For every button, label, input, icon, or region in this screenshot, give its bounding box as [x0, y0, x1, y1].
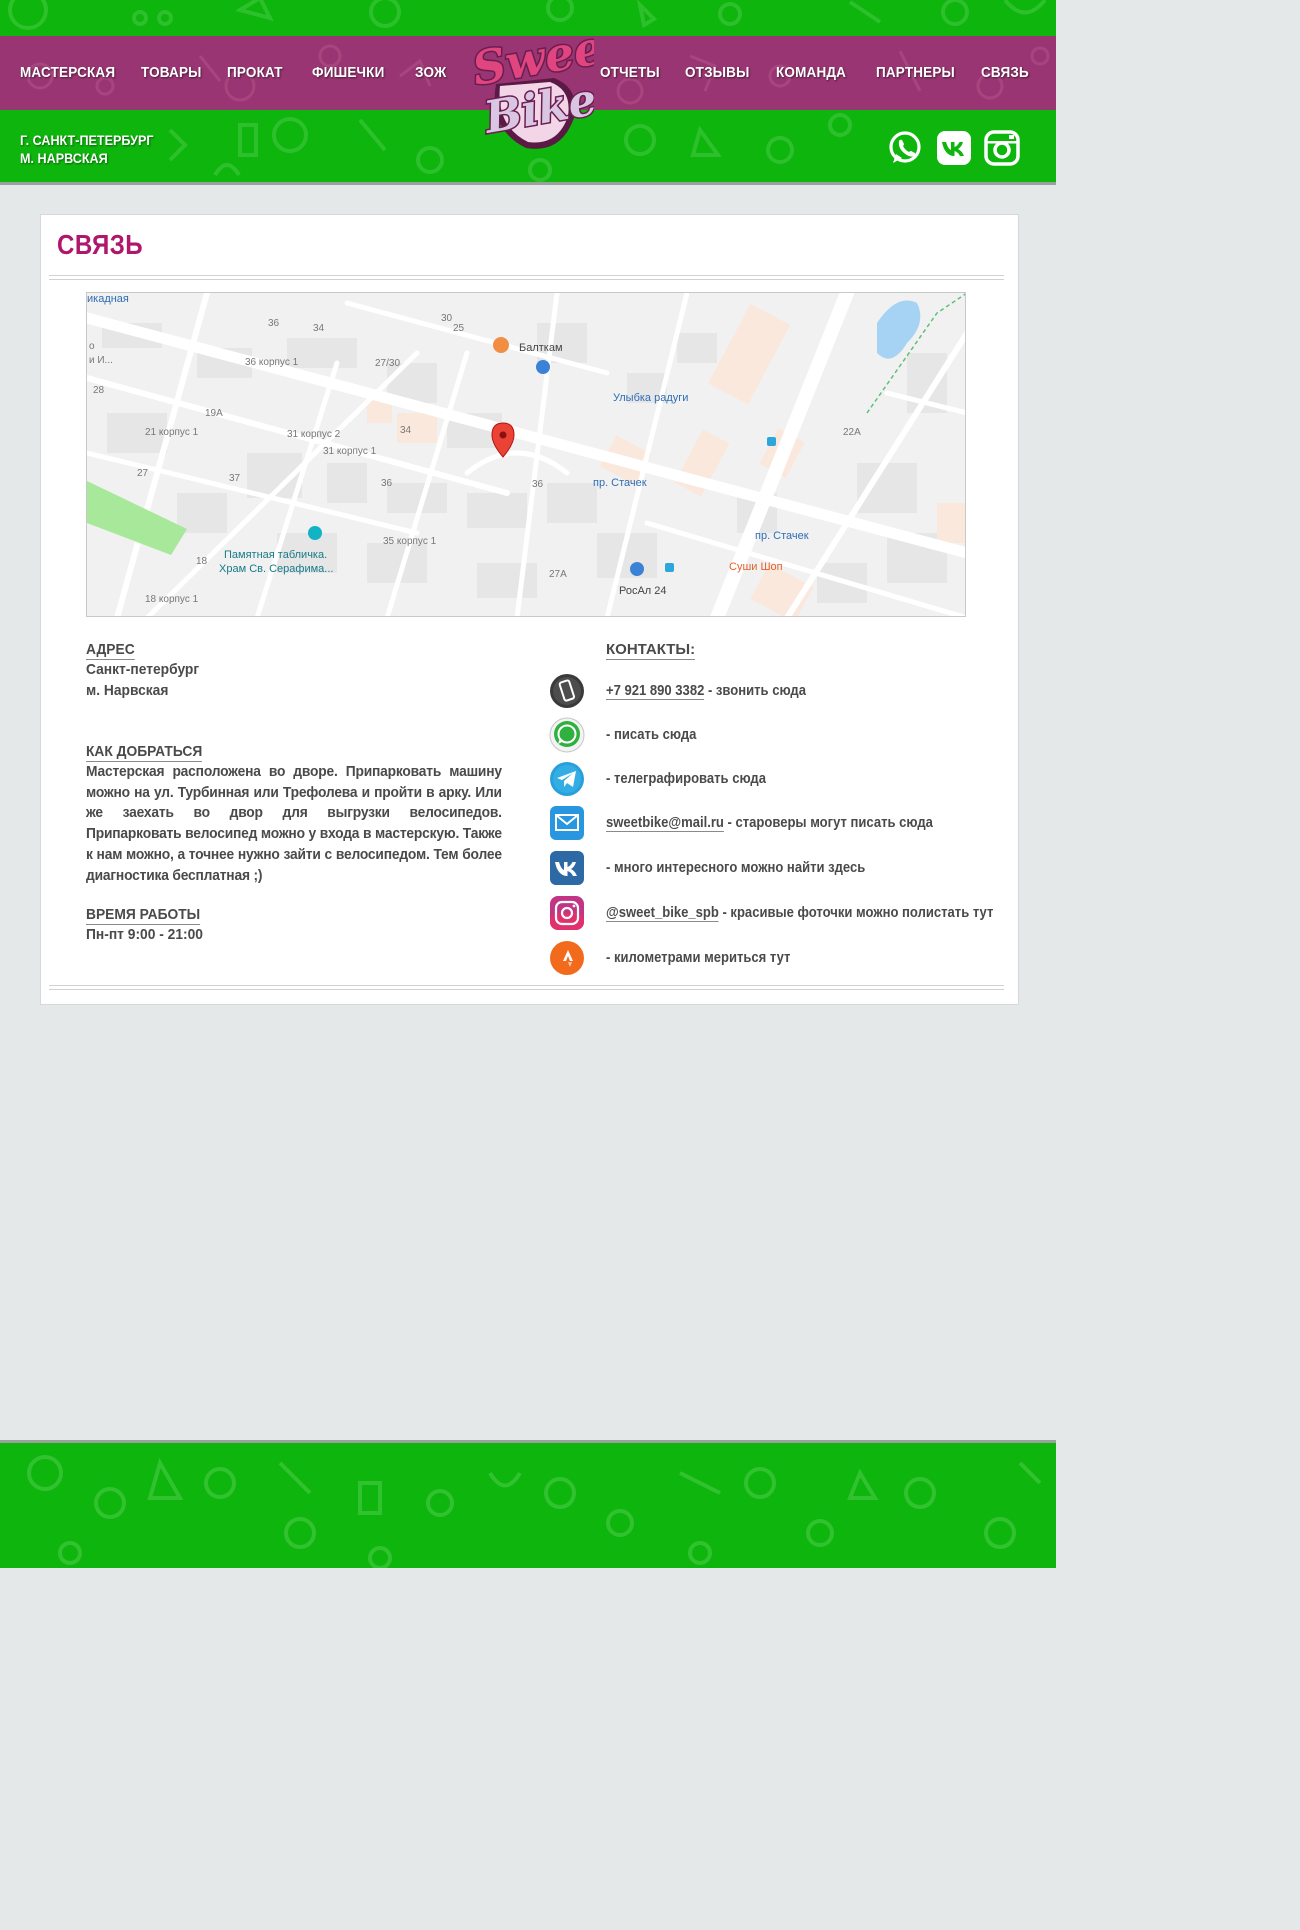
contact-phone-row: +7 921 890 3382 - звонить сюда — [549, 673, 1009, 713]
info-column: АДРЕС Санкт-петербург м. Нарвская КАК ДО… — [86, 641, 502, 946]
map-label-2730: 27/30 — [375, 358, 401, 369]
map-label-19a: 19А — [205, 408, 223, 419]
map-label-edge2: и И... — [89, 355, 113, 366]
nav-item-otchety[interactable]: ОТЧЕТЫ — [600, 36, 660, 110]
contact-telegram-text: - телеграфировать сюда — [606, 771, 766, 787]
directions-text: Мастерская расположена во дворе. Припарк… — [86, 763, 502, 884]
nav-item-tovary[interactable]: ТОВАРЫ — [141, 36, 202, 110]
instagram-link[interactable]: @sweet_bike_spb — [606, 905, 719, 922]
phone-icon[interactable] — [549, 673, 585, 709]
divider-top — [49, 275, 1004, 280]
contact-whatsapp-row: - писать сюда — [549, 717, 1009, 757]
contact-instagram-text: @sweet_bike_spb - красивые фоточки можно… — [606, 905, 994, 922]
map-label-25: 25 — [453, 323, 465, 334]
map-label-21k1: 21 корпус 1 — [145, 427, 199, 438]
nav-item-fishechki[interactable]: ФИШЕЧКИ — [312, 36, 384, 110]
map-label-36a: 36 — [268, 318, 280, 329]
map-label-ulybka: Улыбка радуги — [613, 392, 689, 404]
map-label-36c: 36 — [532, 479, 544, 490]
location-text: Г. САНКТ-ПЕТЕРБУРГ М. НАРВСКАЯ — [20, 131, 154, 167]
map-label-36b: 36 — [381, 478, 393, 489]
map-label-station: икадная — [87, 293, 129, 305]
footer-pattern — [27, 1455, 1042, 1568]
map-label-rosal: РосАл 24 — [619, 585, 667, 597]
vk-icon[interactable] — [936, 130, 972, 166]
map-label-pamyatnaya: Памятная табличка. — [224, 549, 328, 561]
strava-icon[interactable] — [549, 940, 585, 976]
contact-whatsapp-text: - писать сюда — [606, 727, 697, 743]
contact-instagram-row: @sweet_bike_spb - красивые фоточки можно… — [549, 895, 1009, 935]
map-label-34a: 34 — [313, 323, 325, 334]
contact-vk-row: - много интересного можно найти здесь — [549, 850, 1009, 890]
map-label-stachek1: пр. Стачек — [593, 477, 647, 489]
nav-item-partnery[interactable]: ПАРТНЕРЫ — [876, 36, 955, 110]
instagram-icon[interactable] — [984, 130, 1020, 166]
whatsapp-icon[interactable] — [549, 717, 585, 753]
contacts-heading: КОНТАКТЫ: — [606, 641, 696, 660]
location-map[interactable]: икадная о и И... 28 36 34 30 25 Балткам … — [86, 292, 966, 617]
map-label-baltkam: Балткам — [519, 342, 563, 354]
map-label-sushi: Суши Шоп — [729, 561, 783, 573]
divider-bottom — [49, 985, 1004, 990]
email-link[interactable]: sweetbike@mail.ru — [606, 815, 724, 832]
site-footer — [0, 1440, 1056, 1568]
map-label-stachek2: пр. Стачек — [755, 530, 809, 542]
phone-link[interactable]: +7 921 890 3382 — [606, 683, 705, 700]
telegram-icon[interactable] — [549, 761, 585, 797]
site-header: МАСТЕРСКАЯ ТОВАРЫ ПРОКАТ ФИШЕЧКИ ЗОЖ ОТЧ… — [0, 0, 1056, 185]
map-label-31k1: 31 корпус 1 — [323, 446, 377, 457]
nav-item-otzyvy[interactable]: ОТЗЫВЫ — [685, 36, 749, 110]
contact-strava-row: - километрами мериться тут — [549, 940, 1009, 980]
map-label-28: 28 — [93, 385, 105, 396]
map-label-27a: 27А — [549, 569, 567, 580]
page-title: СВЯЗЬ — [57, 229, 144, 260]
nav-item-svyaz[interactable]: СВЯЗЬ — [981, 36, 1029, 110]
hours-text: Пн-пт 9:00 - 21:00 — [86, 926, 203, 944]
contact-telegram-row: - телеграфировать сюда — [549, 761, 1009, 801]
nav-item-zozh[interactable]: ЗОЖ — [415, 36, 446, 110]
contact-mail-row: sweetbike@mail.ru - староверы могут писа… — [549, 805, 1009, 845]
vk-icon[interactable] — [549, 850, 585, 886]
map-label-31k2: 31 корпус 2 — [287, 429, 341, 440]
address-block: АДРЕС Санкт-петербург м. Нарвская КАК ДО… — [86, 641, 502, 946]
map-label-18k1: 18 корпус 1 — [145, 594, 199, 605]
address-city: Санкт-петербург — [86, 661, 200, 678]
nav-item-masterskaya[interactable]: МАСТЕРСКАЯ — [20, 36, 115, 110]
sweet-bike-logo[interactable]: Sweet Bike — [458, 14, 594, 154]
contact-strava-text: - километрами мериться тут — [606, 950, 791, 966]
city-name: Г. САНКТ-ПЕТЕРБУРГ — [20, 132, 154, 148]
hours-heading: ВРЕМЯ РАБОТЫ — [86, 906, 201, 926]
map-label-18: 18 — [196, 556, 208, 567]
contact-phone-text: +7 921 890 3382 - звонить сюда — [606, 683, 806, 700]
address-metro: м. Нарвская — [86, 681, 169, 699]
metro-station: М. НАРВСКАЯ — [20, 150, 108, 166]
map-label-hram: Храм Св. Серафима... — [219, 563, 334, 575]
nav-item-komanda[interactable]: КОМАНДА — [776, 36, 846, 110]
map-label-34b: 34 — [400, 425, 412, 436]
contacts-card: СВЯЗЬ икадная о и И... 28 36 34 30 25 Ба… — [40, 214, 1019, 1005]
contact-vk-text: - много интересного можно найти здесь — [606, 860, 866, 876]
contact-mail-text: sweetbike@mail.ru - староверы могут писа… — [606, 815, 933, 832]
map-label-22a: 22А — [843, 427, 861, 438]
map-label-36k1: 36 корпус 1 — [245, 357, 299, 368]
map-label-37: 37 — [229, 473, 241, 484]
nav-item-prokat[interactable]: ПРОКАТ — [227, 36, 283, 110]
address-heading: АДРЕС — [86, 641, 135, 660]
mail-icon[interactable] — [549, 805, 585, 841]
map-label-edge1: о — [89, 341, 95, 352]
instagram-icon[interactable] — [549, 895, 585, 931]
map-label-30: 30 — [441, 313, 453, 324]
map-label-35k1: 35 корпус 1 — [383, 536, 437, 547]
whatsapp-icon[interactable] — [887, 130, 923, 166]
map-label-27: 27 — [137, 468, 149, 479]
directions-heading: КАК ДОБРАТЬСЯ — [86, 743, 203, 762]
